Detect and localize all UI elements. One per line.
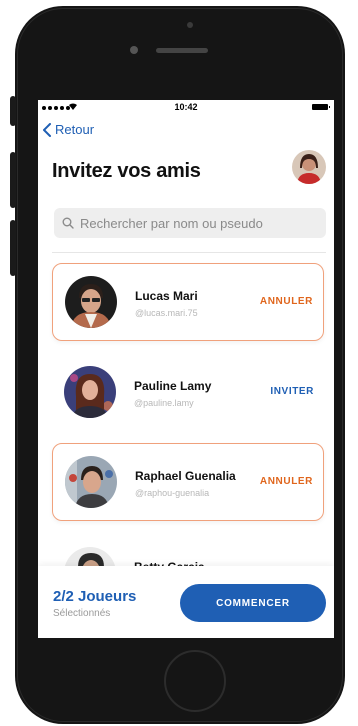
search-input[interactable] (78, 214, 322, 232)
cancel-invite-button[interactable]: ANNULER (260, 296, 313, 307)
mute-switch (10, 96, 16, 126)
player-count-label: Sélectionnés (53, 608, 111, 619)
invite-button[interactable]: INVITER (270, 386, 314, 397)
divider (52, 252, 326, 253)
home-button[interactable] (164, 650, 226, 712)
friend-card[interactable]: Raphael Guenalia @raphou-guenalia ANNULE… (52, 443, 324, 521)
avatar (64, 366, 116, 418)
volume-up-button (10, 152, 16, 208)
profile-avatar[interactable] (292, 150, 326, 184)
friend-handle: @pauline.lamy (134, 398, 194, 408)
status-bar: 10:42 (38, 100, 334, 116)
front-camera (130, 46, 138, 54)
avatar (65, 276, 117, 328)
friend-name: Pauline Lamy (134, 379, 212, 393)
search-icon (62, 217, 74, 229)
back-label: Retour (55, 122, 95, 137)
volume-down-button (10, 220, 16, 276)
status-time: 10:42 (174, 102, 198, 112)
proximity-sensor (187, 22, 193, 28)
footer-bar: 2/2 Joueurs Sélectionnés COMMENCER (38, 566, 334, 638)
friend-card[interactable]: Pauline Lamy @pauline.lamy INVITER (52, 354, 324, 432)
friend-name: Lucas Mari (135, 289, 198, 303)
page-title: Invitez vos amis (52, 160, 201, 182)
cancel-invite-button[interactable]: ANNULER (260, 476, 313, 487)
friend-handle: @raphou-guenalia (135, 488, 210, 498)
friend-name: Raphael Guenalia (135, 469, 236, 483)
back-button[interactable]: Retour (42, 122, 94, 137)
avatar (65, 456, 117, 508)
start-button[interactable]: COMMENCER (180, 584, 326, 622)
player-count: 2/2 Joueurs (53, 588, 137, 605)
friend-handle: @lucas.mari.75 (135, 308, 198, 318)
back-chevron-icon (43, 122, 51, 137)
search-bar[interactable] (54, 208, 326, 238)
earpiece-speaker (156, 48, 208, 53)
friend-card[interactable]: Lucas Mari @lucas.mari.75 ANNULER (52, 263, 324, 341)
battery-icon (312, 104, 330, 110)
screen: 10:42 Retour Invitez vos amis Rechercher… (38, 100, 334, 638)
